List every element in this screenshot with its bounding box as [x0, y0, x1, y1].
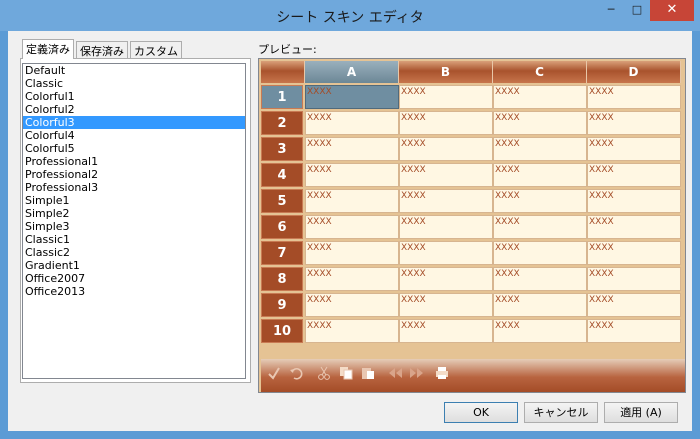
grid-cell: XXXX [493, 267, 587, 291]
grid-cell: XXXX [587, 267, 681, 291]
grid-cell: XXXX [493, 215, 587, 239]
row-header: 4 [261, 163, 303, 187]
forward-icon[interactable] [409, 366, 425, 380]
grid-cell: XXXX [587, 137, 681, 161]
grid-cell: XXXX [493, 111, 587, 135]
row-header: 6 [261, 215, 303, 239]
row-header: 1 [261, 85, 303, 109]
list-item[interactable]: Professional2 [23, 168, 245, 181]
row-header: 10 [261, 319, 303, 343]
list-item[interactable]: Simple2 [23, 207, 245, 220]
grid-cell: XXXX [305, 241, 399, 265]
grid-cell: XXXX [399, 189, 493, 213]
list-item[interactable]: Office2013 [23, 285, 245, 298]
back-icon[interactable] [387, 366, 403, 380]
column-header: A [305, 61, 399, 83]
list-item[interactable]: Colorful2 [23, 103, 245, 116]
row-header: 9 [261, 293, 303, 317]
list-item[interactable]: Default [23, 64, 245, 77]
grid-cell: XXXX [399, 137, 493, 161]
undo-icon[interactable] [289, 366, 303, 380]
grid-cell: XXXX [587, 293, 681, 317]
print-icon[interactable] [435, 366, 449, 380]
grid-cell: XXXX [305, 319, 399, 343]
tab-custom[interactable]: カスタム [130, 41, 182, 58]
grid-cell: XXXX [305, 163, 399, 187]
grid-cell: XXXX [587, 85, 681, 109]
grid-cell: XXXX [399, 293, 493, 317]
grid-cell: XXXX [493, 319, 587, 343]
window-title: シート スキン エディタ [276, 10, 424, 26]
grid-cell: XXXX [305, 267, 399, 291]
grid-cell: XXXX [399, 85, 493, 109]
tab-saved[interactable]: 保存済み [76, 41, 128, 58]
grid-cell: XXXX [587, 111, 681, 135]
preview-label: プレビュー: [258, 43, 317, 56]
tab-predefined[interactable]: 定義済み [22, 39, 74, 59]
skin-listbox[interactable]: Default Classic Colorful1 Colorful2 Colorful… [22, 63, 246, 379]
row-header: 7 [261, 241, 303, 265]
minimize-button[interactable]: ─ [598, 0, 624, 21]
copy-icon[interactable] [339, 366, 353, 380]
dialog-client-area: 定義済み 保存済み カスタム Default Classic Colorful1 Co… [8, 31, 692, 431]
list-item[interactable]: Professional3 [23, 181, 245, 194]
maximize-button[interactable]: □ [624, 0, 650, 21]
list-item[interactable]: Colorful5 [23, 142, 245, 155]
list-item[interactable]: Office2007 [23, 272, 245, 285]
preview-grid: A B C D 1 XXXX XXXX XXXX XXXX 2 XXXX XXXX XXXX XXXX 3 X… [258, 58, 686, 393]
grid-cell: XXXX [399, 241, 493, 265]
list-item[interactable]: Classic2 [23, 246, 245, 259]
grid-cell: XXXX [493, 189, 587, 213]
title-bar: シート スキン エディタ ─ □ ✕ [0, 0, 700, 31]
column-header: B [399, 61, 493, 83]
grid-cell: XXXX [399, 267, 493, 291]
grid-cell: XXXX [493, 137, 587, 161]
grid-cell: XXXX [305, 85, 399, 109]
grid-cell: XXXX [587, 163, 681, 187]
row-header: 5 [261, 189, 303, 213]
grid-cell: XXXX [399, 111, 493, 135]
grid-cell: XXXX [399, 319, 493, 343]
preview-toolbar [261, 359, 685, 392]
grid-cell: XXXX [305, 189, 399, 213]
list-item[interactable]: Classic1 [23, 233, 245, 246]
list-item[interactable]: Colorful3 [23, 116, 245, 129]
grid-cell: XXXX [493, 241, 587, 265]
list-item[interactable]: Professional1 [23, 155, 245, 168]
grid-cell: XXXX [305, 293, 399, 317]
cancel-button[interactable]: キャンセル [524, 402, 598, 423]
list-item[interactable]: Colorful1 [23, 90, 245, 103]
close-button[interactable]: ✕ [650, 0, 694, 21]
grid-cell: XXXX [305, 111, 399, 135]
cut-icon[interactable] [317, 366, 331, 380]
grid-cell: XXXX [399, 163, 493, 187]
list-item[interactable]: Gradient1 [23, 259, 245, 272]
ok-button[interactable]: OK [444, 402, 518, 423]
grid-cell: XXXX [587, 319, 681, 343]
row-header: 2 [261, 111, 303, 135]
list-item[interactable]: Simple1 [23, 194, 245, 207]
grid-cell: XXXX [493, 85, 587, 109]
checkmark-icon[interactable] [267, 366, 281, 380]
grid-cell: XXXX [587, 189, 681, 213]
corner-header [261, 61, 305, 83]
paste-icon[interactable] [361, 366, 375, 380]
row-header: 8 [261, 267, 303, 291]
grid-cell: XXXX [587, 215, 681, 239]
grid-cell: XXXX [305, 137, 399, 161]
grid-cell: XXXX [493, 293, 587, 317]
column-header: D [587, 61, 681, 83]
apply-button[interactable]: 適用 (A) [604, 402, 678, 423]
grid-cell: XXXX [587, 241, 681, 265]
grid-cell: XXXX [493, 163, 587, 187]
list-item[interactable]: Simple3 [23, 220, 245, 233]
list-item[interactable]: Classic [23, 77, 245, 90]
row-header: 3 [261, 137, 303, 161]
grid-cell: XXXX [399, 215, 493, 239]
column-header: C [493, 61, 587, 83]
list-item[interactable]: Colorful4 [23, 129, 245, 142]
grid-cell: XXXX [305, 215, 399, 239]
